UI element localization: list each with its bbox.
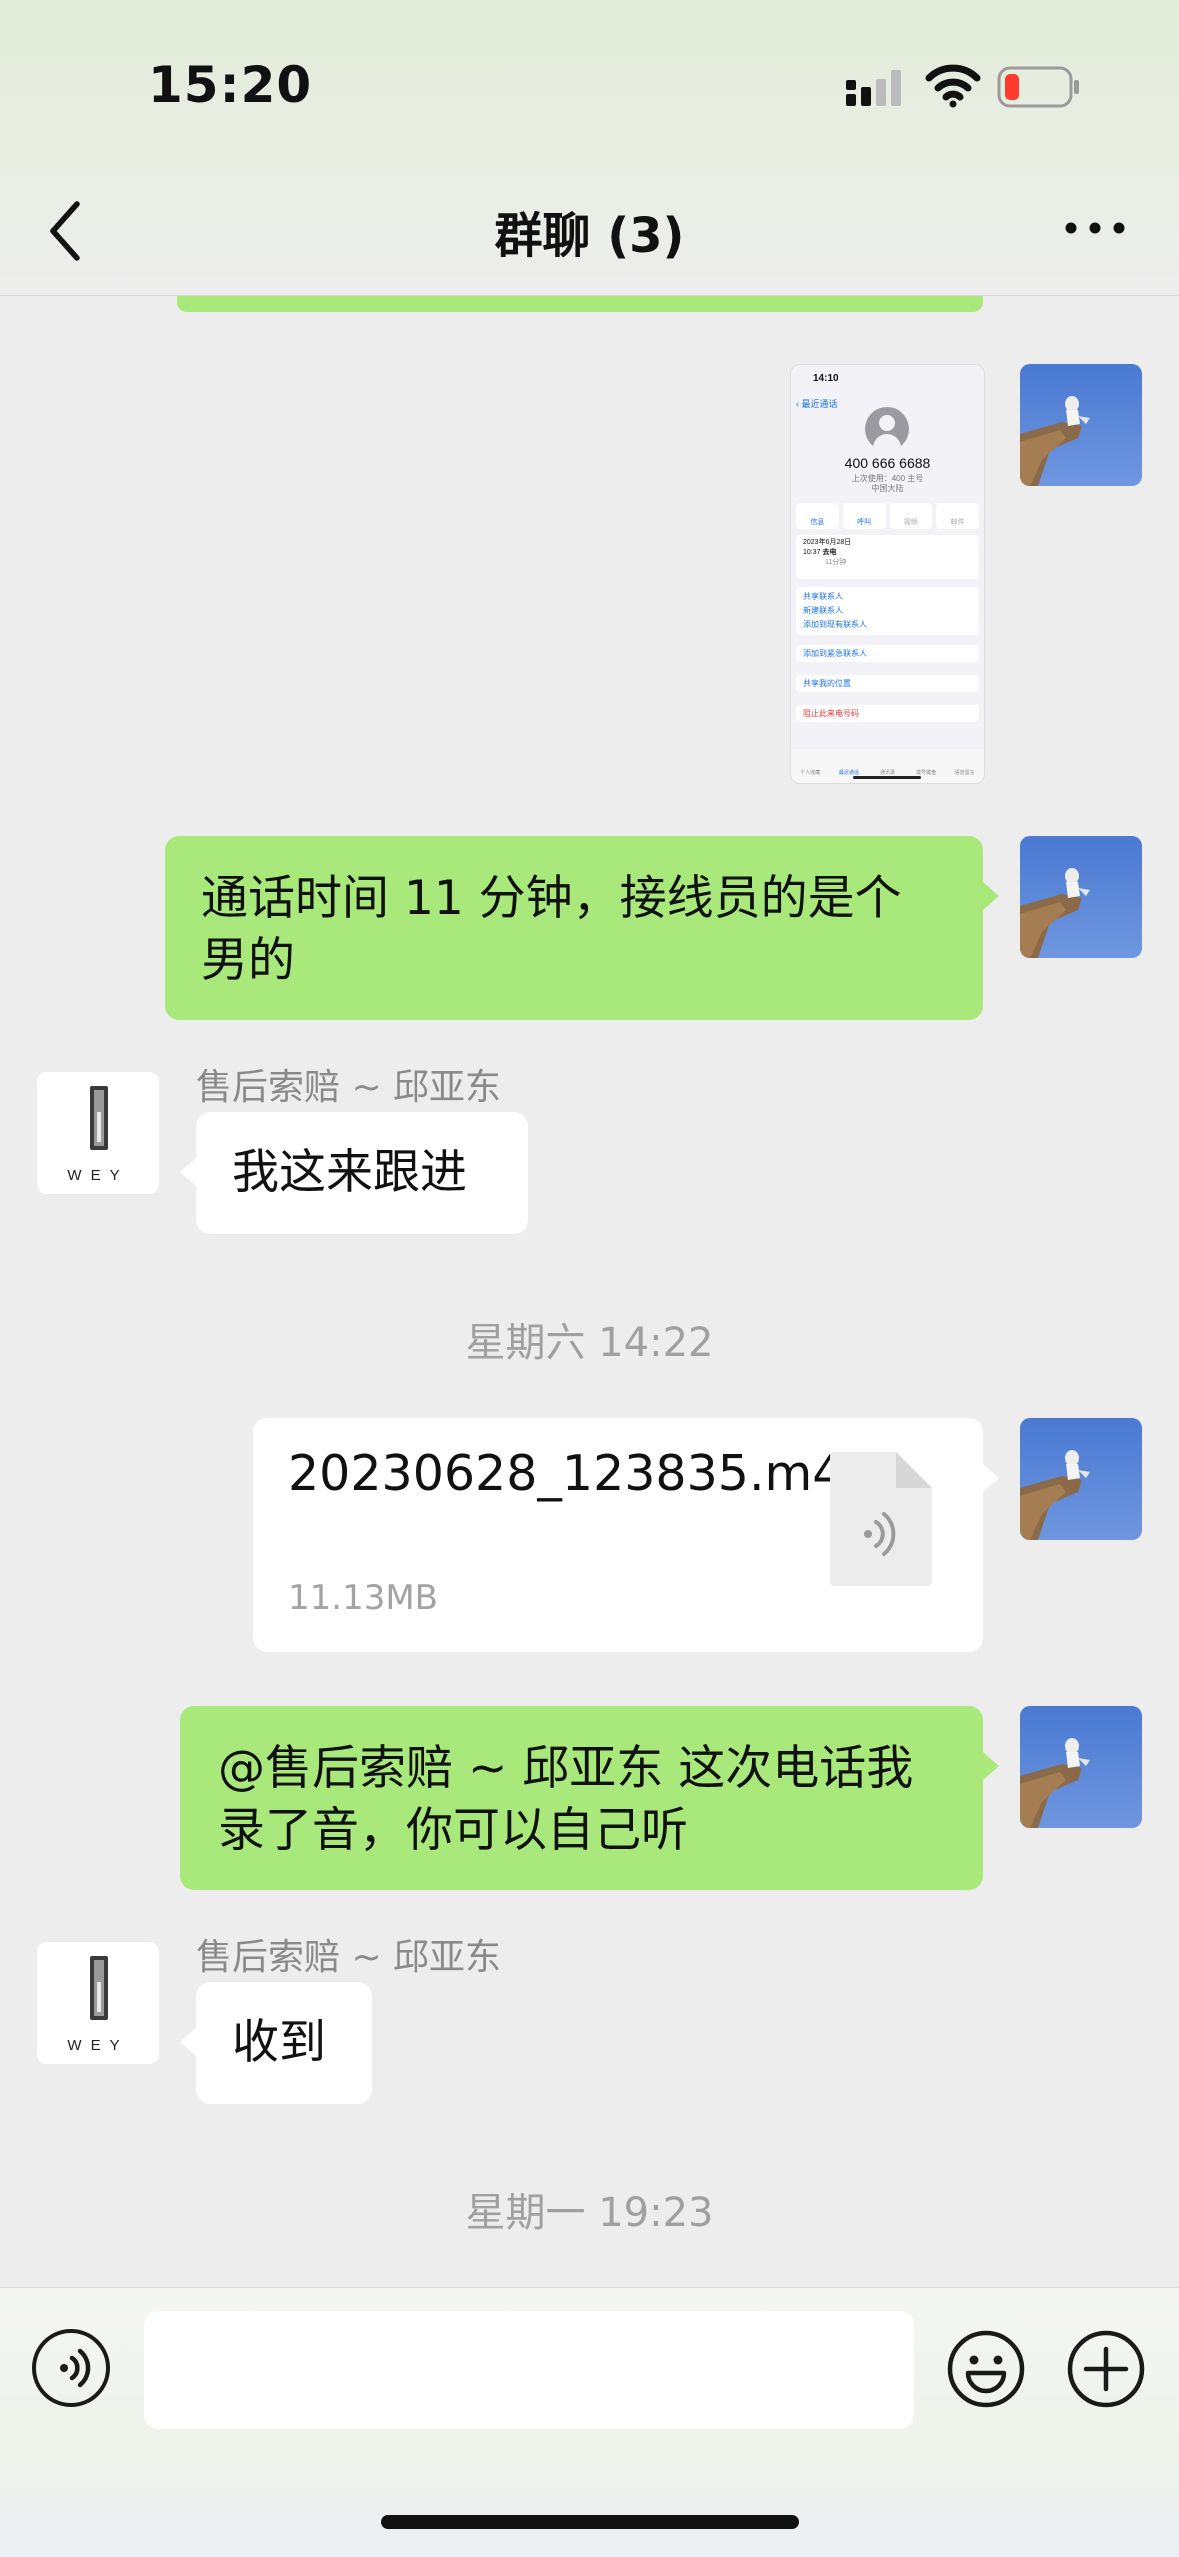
- message-bubble[interactable]: 收到: [196, 1982, 372, 2104]
- thumb-menu-item: 添加到紧急联系人: [796, 645, 979, 662]
- thumb-contact-avatar: [865, 407, 909, 452]
- message-text: 通话时间 11 分钟，接线员的是个男的: [201, 871, 902, 988]
- message-text: 收到: [232, 2015, 326, 2070]
- timestamp: 星期六 14:22: [465, 1320, 714, 1366]
- thumb-menu-item: 共享联系人: [803, 592, 843, 601]
- plus-icon[interactable]: [1066, 2329, 1146, 2409]
- page-title: 群聊 (3): [494, 208, 685, 264]
- message-bubble[interactable]: @售后索赔 ~ 邱亚东 这次电话我录了音，你可以自己听: [180, 1706, 983, 1890]
- timestamp: 星期一 19:23: [465, 2190, 714, 2236]
- thumb-tab: 个人收藏: [800, 770, 821, 776]
- sender-avatar-wey[interactable]: [37, 1072, 159, 1194]
- thumb-call-duration: 11分钟: [825, 559, 847, 566]
- my-avatar[interactable]: [1020, 364, 1142, 486]
- sender-name: 售后索赔 ~ 邱亚东: [196, 1067, 502, 1108]
- sender-name: 售后索赔 ~ 邱亚东: [196, 1937, 502, 1978]
- thumb-action: 呼叫: [842, 503, 886, 529]
- thumb-menu-item: 添加到现有联系人: [803, 620, 867, 629]
- thumb-call-date: 2023年6月28日: [803, 539, 852, 546]
- thumb-call-time: 10:37: [803, 549, 821, 556]
- message-text: 我这来跟进: [232, 1145, 467, 1200]
- file-size: 11.13MB: [288, 1578, 438, 1618]
- message-input[interactable]: [144, 2311, 914, 2429]
- voice-icon[interactable]: [32, 2329, 110, 2407]
- thumb-time: 14:10: [813, 373, 839, 384]
- more-icon[interactable]: [1060, 208, 1130, 248]
- thumb-tab: 语音留言: [954, 770, 975, 776]
- cellular-signal-icon: [846, 70, 901, 106]
- my-avatar[interactable]: [1020, 1706, 1142, 1828]
- thumb-number: 400 666 6688: [844, 455, 931, 471]
- home-indicator: [381, 2515, 799, 2529]
- message-bubble[interactable]: 我这来跟进: [196, 1112, 528, 1234]
- bubble-tail: [983, 1464, 999, 1492]
- thumb-call-card: 2023年6月28日 10:37 去电 11分钟: [796, 535, 979, 579]
- thumb-action: 信息: [796, 503, 839, 529]
- thumb-back: ‹ 最近通话: [796, 399, 838, 409]
- message-bubble[interactable]: 通话时间 11 分钟，接线员的是个男的: [165, 836, 983, 1020]
- thumb-actions: 信息 呼叫 视频 邮件: [796, 503, 979, 529]
- emoji-icon[interactable]: [946, 2329, 1026, 2409]
- thumb-call-type: 去电: [822, 549, 837, 556]
- audio-file-icon: [830, 1452, 932, 1586]
- my-avatar[interactable]: [1020, 1418, 1142, 1540]
- battery-icon: [997, 66, 1079, 108]
- thumb-region: 中国大陆: [871, 484, 904, 493]
- thumb-menu-item: 新建联系人: [803, 606, 843, 615]
- bubble-tail: [983, 1752, 999, 1780]
- status-time: 15:20: [148, 56, 313, 114]
- call-screenshot-image[interactable]: 14:10 ‹ 最近通话 400 666 6688 上次使用：400 主号 中国…: [790, 364, 985, 784]
- bubble-tail: [180, 1158, 196, 1186]
- thumb-action: 视频: [889, 503, 933, 529]
- thumb-back-label: 最近通话: [801, 399, 838, 409]
- wifi-icon: [925, 64, 981, 108]
- message-text: @售后索赔 ~ 邱亚东 这次电话我录了音，你可以自己听: [218, 1741, 914, 1858]
- thumb-home-indicator: [853, 776, 921, 779]
- my-avatar[interactable]: [1020, 836, 1142, 958]
- previous-message-bubble[interactable]: [177, 296, 983, 312]
- thumb-block-item: 阻止此来电号码: [796, 705, 979, 722]
- file-name: 20230628_123835.m4a: [288, 1445, 874, 1502]
- bubble-tail: [983, 882, 999, 910]
- thumb-menu1: 共享联系人 新建联系人 添加到现有联系人: [796, 587, 979, 635]
- thumb-action: 邮件: [936, 503, 979, 529]
- bubble-tail: [180, 2028, 196, 2056]
- nav-bar: 群聊 (3): [0, 168, 1179, 296]
- sender-avatar-wey[interactable]: [37, 1942, 159, 2064]
- thumb-menu-item: 共享我的位置: [796, 675, 979, 692]
